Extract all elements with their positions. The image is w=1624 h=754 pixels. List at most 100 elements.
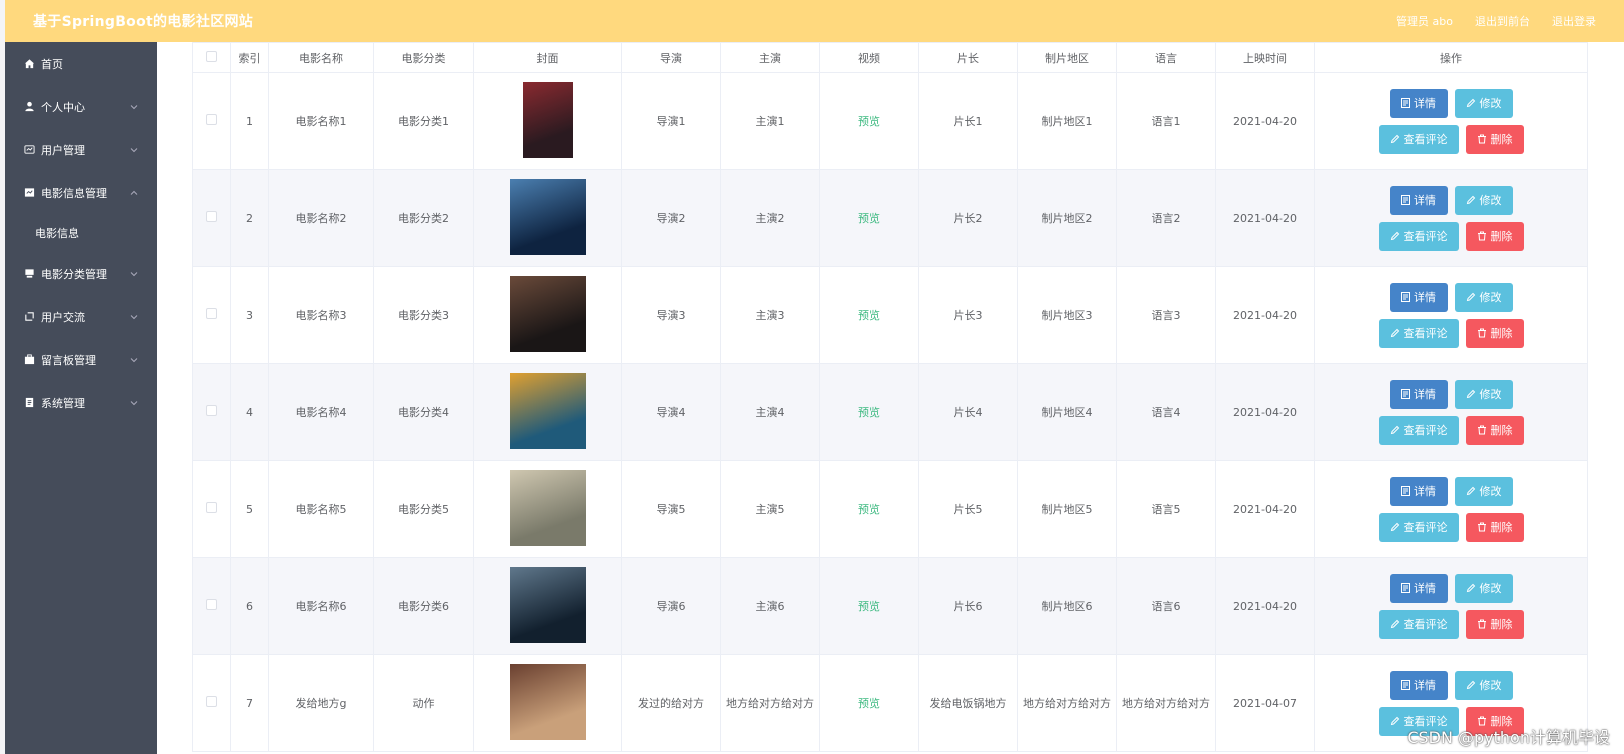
sidebar-item-users[interactable]: 用户管理: [5, 128, 157, 171]
back-to-frontend-link[interactable]: 退出到前台: [1475, 13, 1530, 29]
logout-link[interactable]: 退出登录: [1552, 13, 1596, 29]
director-cell: 导演6: [621, 557, 721, 655]
row-select-cell[interactable]: [192, 169, 231, 267]
column-header: 封面: [473, 42, 622, 73]
sidebar-item-user-exchange[interactable]: 用户交流: [5, 295, 157, 338]
film-cover-image[interactable]: [522, 81, 573, 158]
edit-button[interactable]: 修改: [1454, 670, 1513, 700]
preview-link[interactable]: 预览: [858, 600, 880, 613]
pencil-icon: [1390, 522, 1399, 532]
view-comments-button[interactable]: 查看评论: [1378, 221, 1459, 251]
detail-button[interactable]: 详情: [1389, 670, 1448, 700]
delete-button[interactable]: 删除: [1465, 512, 1524, 542]
sidebar-item-film-management[interactable]: 电影信息管理: [5, 171, 157, 214]
film-cover-image[interactable]: [509, 663, 586, 740]
view-comments-button[interactable]: 查看评论: [1378, 512, 1459, 542]
edit-button[interactable]: 修改: [1454, 573, 1513, 603]
delete-button[interactable]: 删除: [1465, 609, 1524, 639]
row-checkbox[interactable]: [206, 211, 217, 222]
row-checkbox[interactable]: [206, 308, 217, 319]
sidebar-item-system[interactable]: 系统管理: [5, 381, 157, 424]
trash-icon: [1477, 522, 1486, 532]
index-cell: 3: [230, 266, 269, 364]
preview-link[interactable]: 预览: [858, 115, 880, 128]
edit-button[interactable]: 修改: [1454, 282, 1513, 312]
preview-link[interactable]: 预览: [858, 503, 880, 516]
preview-link[interactable]: 预览: [858, 697, 880, 710]
view-comments-button[interactable]: 查看评论: [1378, 318, 1459, 348]
select-all-checkbox[interactable]: [206, 50, 217, 62]
row-select-cell[interactable]: [192, 72, 231, 170]
view-comments-button[interactable]: 查看评论: [1378, 415, 1459, 445]
edit-button[interactable]: 修改: [1454, 185, 1513, 215]
row-checkbox[interactable]: [206, 502, 217, 513]
director-cell: 导演2: [621, 169, 721, 267]
preview-link[interactable]: 预览: [858, 406, 880, 419]
sidebar-item-category-management[interactable]: 电影分类管理: [5, 252, 157, 295]
row-checkbox[interactable]: [206, 599, 217, 610]
delete-button[interactable]: 删除: [1465, 318, 1524, 348]
detail-button[interactable]: 详情: [1389, 282, 1448, 312]
film-cover-image[interactable]: [509, 372, 586, 449]
index-cell: 6: [230, 557, 269, 655]
preview-link[interactable]: 预览: [858, 309, 880, 322]
delete-button[interactable]: 删除: [1465, 124, 1524, 154]
category-icon: [23, 268, 35, 280]
view-comments-label: 查看评论: [1403, 133, 1448, 146]
director-cell: 导演3: [621, 266, 721, 364]
film-category-cell: 电影分类5: [373, 460, 474, 558]
director-cell: 导演1: [621, 72, 721, 170]
video-cell: 预览: [819, 266, 919, 364]
row-checkbox[interactable]: [206, 405, 217, 416]
detail-button[interactable]: 详情: [1389, 573, 1448, 603]
select-all-cell[interactable]: [192, 42, 231, 73]
actions-cell: 详情 修改 查看评论 删除: [1314, 169, 1588, 267]
film-category-cell: 动作: [373, 654, 474, 752]
film-table: 索引 电影名称 电影分类 封面 导演 主演 视频 片长 制片地区 语言 上映时间…: [192, 42, 1588, 752]
detail-button[interactable]: 详情: [1389, 88, 1448, 118]
language-cell: 地方给对方给对方: [1116, 654, 1216, 752]
film-name-cell: 电影名称5: [268, 460, 374, 558]
row-select-cell[interactable]: [192, 266, 231, 364]
pencil-icon: [1466, 389, 1475, 399]
view-comments-button[interactable]: 查看评论: [1378, 609, 1459, 639]
edit-button[interactable]: 修改: [1454, 379, 1513, 409]
detail-button[interactable]: 详情: [1389, 476, 1448, 506]
delete-button[interactable]: 删除: [1465, 415, 1524, 445]
sidebar-item-home[interactable]: 首页: [5, 42, 157, 85]
detail-button[interactable]: 详情: [1389, 379, 1448, 409]
edit-button[interactable]: 修改: [1454, 88, 1513, 118]
film-category-cell: 电影分类4: [373, 363, 474, 461]
language-cell: 语言6: [1116, 557, 1216, 655]
row-select-cell[interactable]: [192, 460, 231, 558]
film-cover-image[interactable]: [509, 178, 586, 255]
row-select-cell[interactable]: [192, 654, 231, 752]
row-select-cell[interactable]: [192, 363, 231, 461]
sidebar: 首页 个人中心 用户管理 电影信息管理 电影信息 电影分类管理 用户交流 留言板…: [5, 42, 157, 754]
index-cell: 5: [230, 460, 269, 558]
edit-button[interactable]: 修改: [1454, 476, 1513, 506]
row-checkbox[interactable]: [206, 114, 217, 125]
film-cover-image[interactable]: [509, 469, 586, 546]
admin-label[interactable]: 管理员 abo: [1396, 13, 1453, 29]
row-checkbox[interactable]: [206, 696, 217, 707]
sidebar-item-profile[interactable]: 个人中心: [5, 85, 157, 128]
users-icon: [23, 144, 35, 156]
cover-cell: [473, 654, 622, 752]
row-select-cell[interactable]: [192, 557, 231, 655]
preview-link[interactable]: 预览: [858, 212, 880, 225]
view-comments-label: 查看评论: [1403, 618, 1448, 631]
film-cover-image[interactable]: [509, 566, 586, 643]
sidebar-subitem-film-info[interactable]: 电影信息: [5, 214, 157, 252]
view-comments-button[interactable]: 查看评论: [1378, 124, 1459, 154]
delete-button[interactable]: 删除: [1465, 221, 1524, 251]
language-cell: 语言3: [1116, 266, 1216, 364]
length-cell: 片长6: [918, 557, 1018, 655]
film-cover-image[interactable]: [509, 275, 586, 352]
document-icon: [1401, 195, 1410, 205]
pencil-icon: [1466, 486, 1475, 496]
film-category-cell: 电影分类1: [373, 72, 474, 170]
detail-button[interactable]: 详情: [1389, 185, 1448, 215]
column-header: 导演: [621, 42, 721, 73]
sidebar-item-message-board[interactable]: 留言板管理: [5, 338, 157, 381]
